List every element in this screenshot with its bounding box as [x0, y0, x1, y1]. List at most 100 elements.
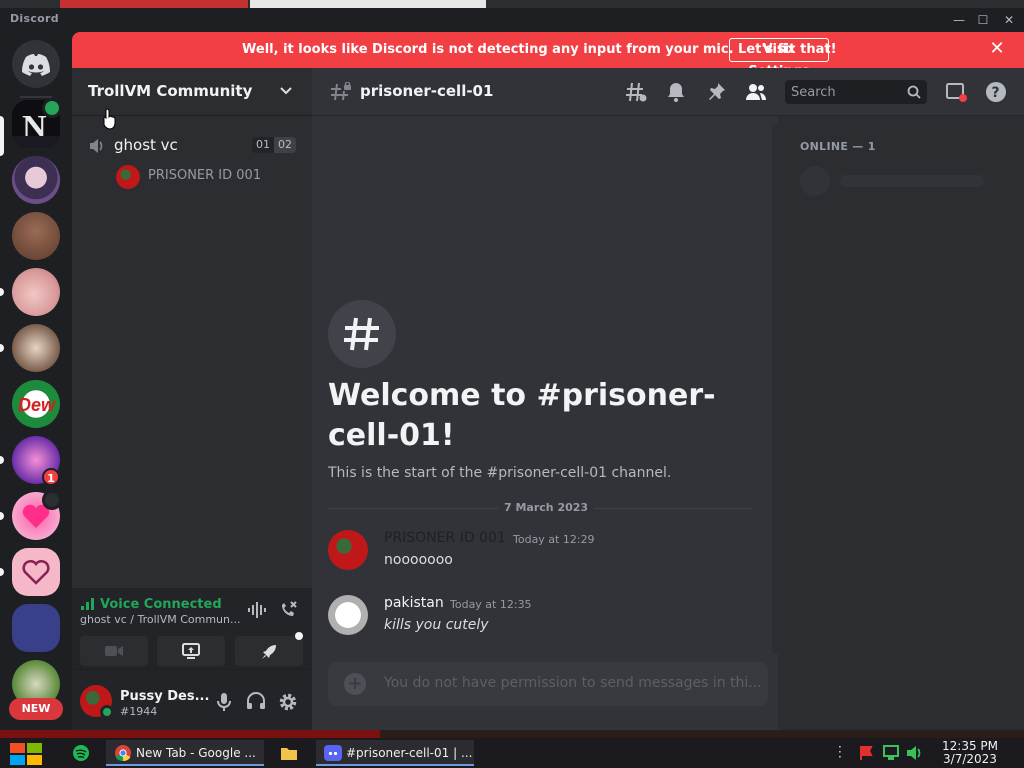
guild-name: TrollVM Community — [88, 82, 253, 100]
voice-user-row[interactable]: PRISONER ID 001 — [116, 165, 296, 189]
screen-share-button[interactable] — [157, 636, 225, 666]
mic-warning-banner: Well, it looks like Discord is not detec… — [72, 32, 1024, 79]
svg-text:?: ? — [992, 85, 1000, 101]
voice-connected-status[interactable]: Voice Connected — [100, 597, 222, 612]
unread-pill-2 — [0, 344, 4, 352]
date-divider-label: 7 March 2023 — [498, 501, 595, 514]
user-count: 01 — [252, 137, 274, 153]
dew-logo-icon: Dew — [18, 395, 56, 415]
taskbar-item-discord[interactable]: #prisoner-cell-01 | ... — [316, 740, 474, 766]
microphone-icon[interactable] — [216, 692, 232, 712]
camera-icon — [105, 646, 123, 656]
network-icon[interactable] — [882, 745, 900, 761]
taskbar-item-chrome[interactable]: New Tab - Google ... — [106, 740, 264, 766]
server-icon-anime[interactable] — [12, 156, 60, 204]
pin-icon[interactable] — [704, 80, 728, 104]
desktop-strip — [0, 730, 1024, 738]
close-window-icon[interactable]: ✕ — [1000, 12, 1018, 28]
help-icon[interactable]: ? — [984, 80, 1008, 104]
taskbar-clock[interactable]: 12:35 PM 3/7/2023 — [934, 740, 1006, 766]
server-icon-brown[interactable] — [12, 212, 60, 260]
voice-channel-name: ghost vc — [114, 136, 178, 154]
avatar — [116, 165, 140, 189]
search-input[interactable]: Search — [785, 80, 927, 104]
noise-suppression-icon[interactable] — [247, 601, 267, 619]
rail-divider — [20, 96, 52, 98]
channel-header: prisoner-cell-01 Search ? — [312, 68, 1024, 116]
message-body: nooooooo — [384, 552, 453, 568]
server-rail: N Dew 1 NEW — [0, 32, 72, 730]
screen-share-badge — [42, 490, 62, 510]
threads-icon[interactable] — [624, 80, 648, 104]
windows-start-icon[interactable] — [10, 743, 42, 765]
member-name-placeholder — [840, 175, 984, 187]
message-body: kills you cutely — [384, 617, 489, 633]
file-explorer-icon[interactable] — [280, 745, 298, 761]
message-item[interactable]: pakistan Today at 12:35 kills you cutely — [328, 595, 758, 643]
message-composer[interactable]: + You do not have permission to send mes… — [328, 662, 768, 706]
chrome-icon — [115, 745, 131, 762]
member-avatar-placeholder[interactable] — [800, 166, 830, 196]
headphones-icon[interactable] — [246, 692, 266, 710]
chat-area: Welcome to #prisoner-cell-01! This is th… — [312, 68, 780, 730]
voice-speaker-badge — [42, 98, 62, 118]
speaker-icon — [90, 139, 103, 153]
user-limit: 02 — [274, 137, 296, 153]
title-bar: Discord — ☐ ✕ — [0, 0, 1024, 32]
message-author[interactable]: pakistan — [384, 595, 444, 611]
banner-close-icon[interactable]: ✕ — [986, 38, 1008, 60]
server-icon-pink[interactable] — [12, 268, 60, 316]
volume-icon[interactable] — [906, 745, 924, 761]
video-button[interactable] — [80, 636, 148, 666]
unread-pill-3 — [0, 456, 4, 464]
username[interactable]: Pussy Des... — [120, 689, 209, 704]
message-item[interactable]: PRISONER ID 001 Today at 12:29 nooooooo — [328, 530, 758, 578]
maximize-icon[interactable]: ☐ — [974, 12, 992, 28]
online-header: ONLINE — 1 — [800, 140, 876, 153]
member-list-icon[interactable] — [744, 80, 768, 104]
signal-bars-icon[interactable] — [81, 598, 95, 610]
server-icon-photo[interactable] — [12, 324, 60, 372]
server-icon-heart-outline[interactable] — [12, 548, 60, 596]
avatar[interactable] — [328, 530, 368, 570]
taskbar-item-label: #prisoner-cell-01 | ... — [346, 746, 473, 760]
server-icon-blue[interactable] — [12, 604, 60, 652]
voice-channel-ghost-vc[interactable]: ghost vc 01 02 — [80, 131, 304, 161]
server-icon-dew[interactable]: Dew — [12, 380, 60, 428]
discord-window: Discord — ☐ ✕ N Dew 1 NEW Well, it looks… — [0, 0, 1024, 768]
channel-sidebar: TrollVM Community ghost vc 01 02 PRISONE… — [72, 68, 312, 730]
inbox-icon[interactable] — [944, 80, 968, 104]
settings-gear-icon[interactable] — [278, 692, 298, 712]
activities-button[interactable] — [235, 632, 303, 666]
disconnect-icon[interactable] — [278, 600, 298, 620]
avatar[interactable] — [328, 595, 368, 635]
taskbar-item-label: New Tab - Google ... — [136, 746, 256, 760]
welcome-hash-icon — [328, 300, 396, 368]
voice-location[interactable]: ghost vc / TrollVM Commun... — [80, 613, 241, 626]
mouse-cursor-icon — [103, 108, 116, 130]
channel-name: prisoner-cell-01 — [360, 82, 494, 100]
new-activity-dot — [295, 632, 303, 640]
rocket-icon — [262, 645, 276, 659]
locked-channel-hash-icon — [331, 82, 351, 101]
plus-icon: + — [344, 673, 366, 695]
home-button[interactable] — [12, 40, 60, 88]
member-list: ONLINE — 1 — [778, 116, 1024, 730]
windows-taskbar: New Tab - Google ... #prisoner-cell-01 |… — [0, 738, 1024, 768]
unread-pill — [0, 288, 4, 296]
app-title: Discord — [10, 12, 59, 25]
minimize-icon[interactable]: — — [950, 12, 968, 28]
discord-taskbar-icon — [324, 745, 342, 761]
flag-icon[interactable] — [858, 745, 874, 761]
voice-user-name: PRISONER ID 001 — [148, 168, 262, 183]
spotify-icon[interactable] — [72, 744, 90, 762]
visit-settings-button[interactable]: Visit Settings — [729, 38, 829, 79]
composer-placeholder: You do not have permission to send messa… — [384, 675, 762, 691]
tray-overflow-icon[interactable]: · · · — [838, 741, 844, 763]
user-tag[interactable]: #1944 — [120, 705, 157, 718]
message-author[interactable]: PRISONER ID 001 — [384, 530, 506, 546]
heart-outline-icon — [22, 559, 50, 585]
unread-pill-5 — [0, 568, 4, 576]
bell-icon[interactable] — [664, 80, 688, 104]
clock-date: 3/7/2023 — [943, 752, 997, 766]
